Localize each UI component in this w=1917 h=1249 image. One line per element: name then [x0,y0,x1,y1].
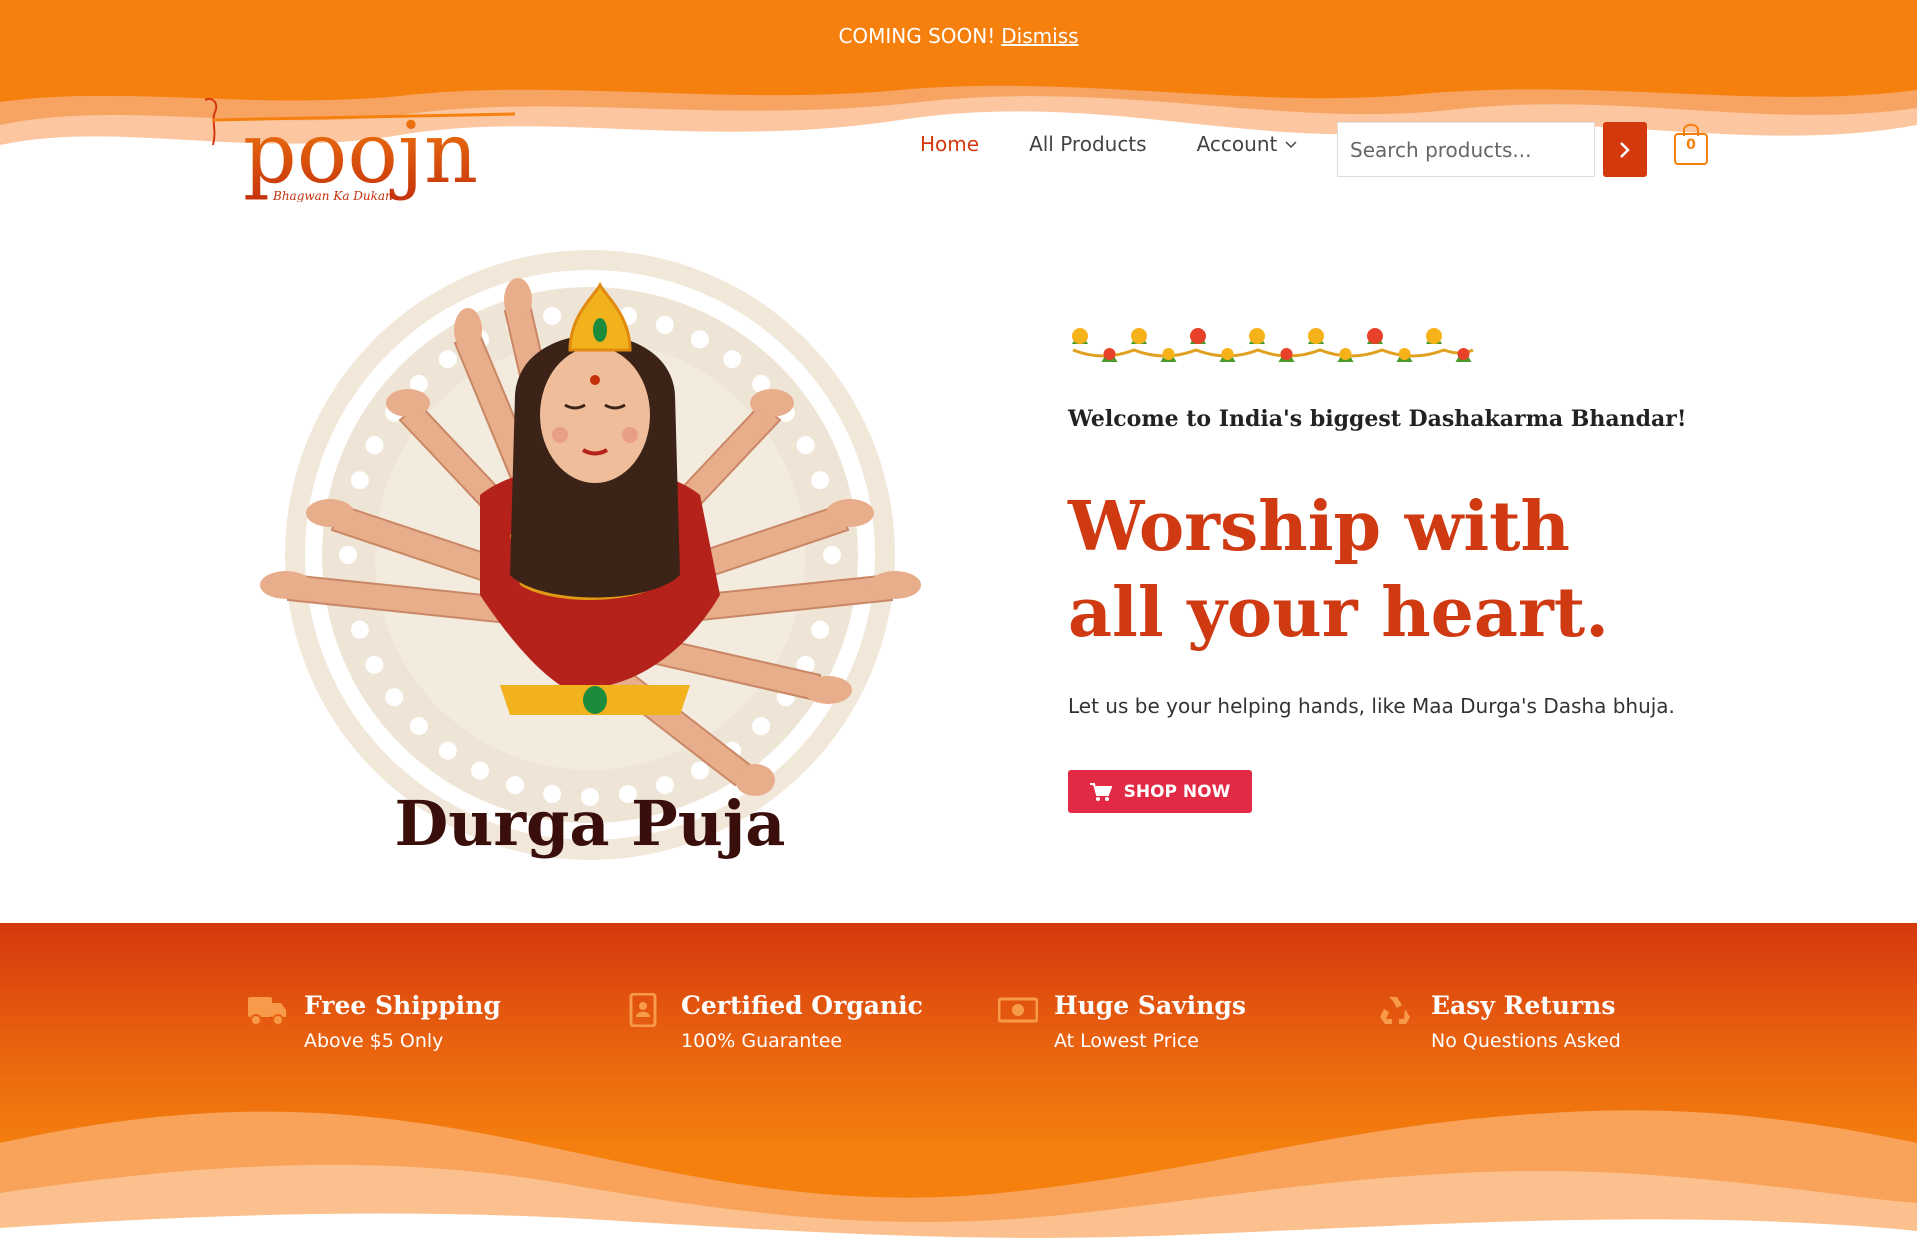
nav-home[interactable]: Home [920,132,979,156]
ring-dot [811,620,830,639]
durga-puja-illustration: Durga Puja [260,250,921,860]
logo-tagline: Bhagwan Ka Dukan [272,189,393,202]
nav-all-products[interactable]: All Products [1029,132,1147,156]
hero-headline: Worship with all your heart. [1068,487,1609,653]
marigold-flower [1249,328,1265,344]
chevron-right-icon [1620,141,1630,158]
ring-dot [752,717,771,736]
feature-subtitle: At Lowest Price [1054,1030,1199,1052]
feature-huge-savings: Huge Savings At Lowest Price [998,991,1246,1052]
feature-title: Certified Organic [681,991,923,1020]
ring-dot [438,350,457,369]
ring-dot [365,436,384,455]
truck-icon [248,997,286,1026]
search-submit-button[interactable] [1603,122,1647,177]
marigold-flower [1367,328,1383,344]
ring-dot [723,350,742,369]
ring-dot [409,717,428,736]
ring-dot [690,330,709,349]
marigold-flower [1221,348,1234,360]
marigold-flower [1190,328,1206,344]
nav-account-label: Account [1196,132,1278,156]
feature-easy-returns: Easy Returns No Questions Asked [1375,991,1621,1052]
feature-title: Huge Savings [1054,991,1246,1020]
search-input[interactable] [1337,122,1595,177]
garland-string [1072,348,1474,358]
welcome-text: Welcome to India's biggest Dashakarma Bh… [1068,406,1687,432]
nav-all-products-label: All Products [1029,132,1147,156]
marigold-flower [1280,348,1293,360]
marigold-flower [1131,328,1147,344]
shop-now-button[interactable]: SHOP NOW [1068,770,1252,813]
feature-certified-organic: Certified Organic 100% Guarantee [625,991,923,1052]
cart-icon [1089,782,1112,801]
logo-text: poojn [243,104,478,202]
chevron-down-icon [1285,138,1297,153]
contact-book-icon [629,993,657,1027]
ring-dot [811,471,830,490]
ring-dot [471,761,490,780]
marigold-flower [1339,348,1352,360]
marigold-flower [1398,348,1411,360]
marigold-flower [1072,328,1088,344]
recycle-icon [1380,997,1410,1024]
feature-title: Free Shipping [304,991,501,1020]
ring-dot [365,655,384,674]
marigold-flower [1103,348,1116,360]
marigold-flower [1308,328,1324,344]
ring-dot [438,741,457,760]
features-band: Free Shipping Above $5 Only Certified Or… [0,923,1917,1249]
nav-account[interactable]: Account [1197,132,1298,156]
ring-dot [350,620,369,639]
feature-subtitle: No Questions Asked [1431,1030,1621,1052]
ring-dot [385,688,404,707]
feature-free-shipping: Free Shipping Above $5 Only [248,991,501,1052]
notice-text: COMING SOON! [838,24,996,48]
illustration-caption: Durga Puja [395,787,786,860]
ring-dot [655,315,674,334]
notice-bar: COMING SOON! Dismiss [0,0,1917,72]
ring-dot [796,436,815,455]
cart-button[interactable]: 0 [1672,120,1710,166]
marigold-flower [1162,348,1175,360]
nav-home-label: Home [920,132,980,156]
feature-title: Easy Returns [1431,991,1616,1020]
ring-dot [339,546,357,564]
ring-dot [543,306,562,325]
money-icon [998,997,1038,1023]
poojn-logo[interactable]: poojn Bhagwan Ka Dukan [205,90,525,202]
feature-subtitle: 100% Guarantee [681,1030,843,1052]
footer-wave-decoration [0,1110,1917,1249]
flower-garland-decoration [1072,328,1474,362]
cart-count: 0 [1686,137,1696,153]
ring-dot [823,546,841,564]
ring-dot [690,761,709,780]
shop-now-label: SHOP NOW [1123,781,1231,802]
marigold-flower [1457,348,1470,360]
hero-subtext: Let us be your helping hands, like Maa D… [1068,694,1675,718]
main-nav: Home All Products Account [920,132,1297,156]
feature-subtitle: Above $5 Only [304,1030,444,1052]
marigold-flower [1426,328,1442,344]
ring-dot [350,471,369,490]
dismiss-link[interactable]: Dismiss [1001,24,1078,48]
site-header: poojn Bhagwan Ka Dukan Home All Products… [0,72,1917,222]
hero-content: Welcome to India's biggest Dashakarma Bh… [1068,320,1688,813]
